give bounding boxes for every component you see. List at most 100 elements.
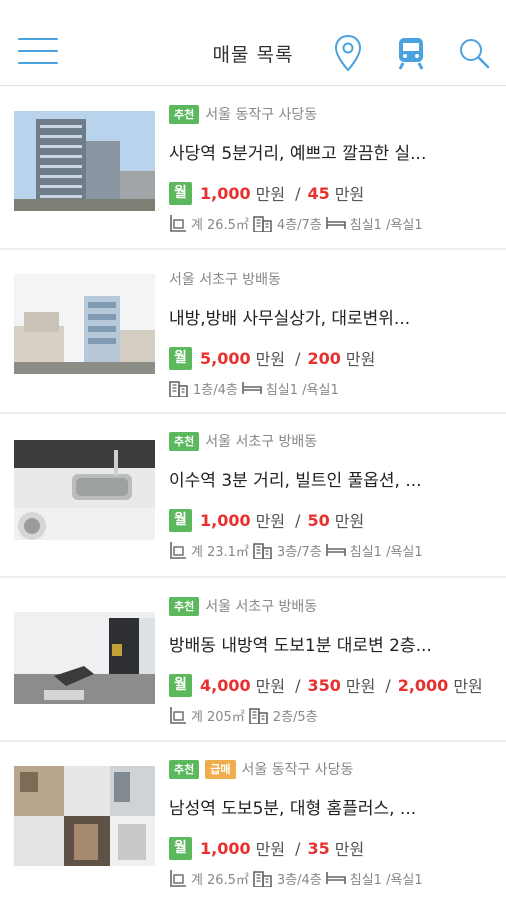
page-title: 매물 목록 [212,44,294,66]
spec-row: 1층/4층 침실1 /욕실1 [169,377,494,399]
bed-icon [325,216,346,230]
listing-title: 내방,방배 사무실상가, 대로변위... [169,309,411,328]
listing-location: 서울 서초구 방배동 [205,599,318,615]
map-pin-icon[interactable] [331,34,365,72]
listing-floor: 3층/4층 [276,872,322,888]
spec-row: 계 205㎡ 2층/5층 [169,704,494,726]
listing-rooms: 침실1 /욕실1 [349,544,423,560]
price-separator: / [385,675,391,695]
area-prefix: 계 [191,217,203,233]
listing-area: 26.5㎡ [206,872,249,888]
spec-row: 계 26.5㎡ 4층/7층 침실1 /욕실1 [169,212,494,234]
area-icon [169,706,187,724]
rent-amount: 200 [307,348,341,368]
price-row: 월 1,000 만원 / 50 만원 [169,508,494,532]
price-separator: / [295,183,301,203]
price-row: 월 5,000 만원 / 200 만원 [169,346,494,370]
price-unit: 만원 [345,350,376,369]
area-icon [169,541,187,559]
listing-photo [14,111,155,211]
recommended-badge: 추천 [169,759,200,779]
listing-photo [14,440,155,540]
price-unit: 만원 [255,677,286,696]
listing-area: 23.1㎡ [206,544,249,560]
spec-row: 계 23.1㎡ 3층/7층 침실1 /욕실1 [169,539,494,561]
price-row: 월 1,000 만원 / 35 만원 [169,836,494,860]
price-unit: 만원 [255,185,286,204]
listing-floor: 3층/7층 [276,544,322,560]
monthly-rent-badge: 월 [169,836,192,860]
price-row: 월 1,000 만원 / 45 만원 [169,181,494,205]
listing-area: 205㎡ [206,709,245,725]
listing-item[interactable]: 추천 서울 동작구 사당동 사당역 5분거리, 예쁘고 깔끔한 실... 월 1… [0,86,506,250]
recommended-badge: 추천 [169,104,200,124]
rent-amount: 50 [307,510,330,530]
deposit-amount: 1,000 [200,183,251,203]
price-separator: / [295,348,301,368]
building-icon [253,541,273,559]
rent-amount: 350 [307,675,341,695]
price-unit: 만원 [453,677,483,696]
listing-item[interactable]: 추천 급매 서울 동작구 사당동 남성역 도보5분, 대형 홈플러스, ... … [0,742,506,900]
area-prefix: 계 [191,709,203,725]
deposit-amount: 1,000 [200,510,251,530]
building-icon [253,869,273,887]
rent-amount: 45 [307,183,330,203]
listing-location: 서울 동작구 사당동 [241,762,354,778]
price-separator: / [295,510,301,530]
premium-amount: 2,000 [397,675,449,695]
bed-icon [242,381,262,395]
recommended-badge: 추천 [169,431,200,451]
area-icon [169,214,187,232]
price-unit: 만원 [255,512,286,531]
listing-location: 서울 서초구 방배동 [205,434,318,450]
listing-title: 남성역 도보5분, 대형 홈플러스, ... [169,799,417,818]
urgent-badge: 급매 [205,759,236,779]
listing-floor: 4층/7층 [276,217,322,233]
listing-title: 이수역 3분 거리, 빌트인 풀옵션, ... [169,471,422,490]
building-icon [248,706,269,724]
listing-item[interactable]: 서울 서초구 방배동 내방,방배 사무실상가, 대로변위... 월 5,000 … [0,250,506,414]
monthly-rent-badge: 월 [169,181,192,205]
listing-photo [14,604,155,704]
monthly-rent-badge: 월 [169,346,192,370]
building-icon [169,379,189,397]
deposit-amount: 1,000 [200,838,251,858]
rent-amount: 35 [307,838,330,858]
area-prefix: 계 [191,544,203,560]
bed-icon [325,543,346,557]
search-icon[interactable] [457,34,491,72]
listing-location: 서울 서초구 방배동 [169,272,281,288]
price-unit: 만원 [255,840,286,859]
price-separator: / [295,838,301,858]
monthly-rent-badge: 월 [169,673,192,697]
price-unit: 만원 [334,185,365,204]
price-unit: 만원 [345,677,376,696]
listing-title: 방배동 내방역 도보1분 대로변 2층... [169,636,432,655]
listing-area: 26.5㎡ [206,217,249,233]
listing-rooms: 침실1 /욕실1 [265,382,339,398]
recommended-badge: 추천 [169,596,200,616]
area-icon [169,869,187,887]
listing-location: 서울 동작구 사당동 [205,107,318,123]
listing-rooms: 침실1 /욕실1 [349,217,423,233]
subway-icon[interactable] [394,34,428,72]
listing-list: 추천 서울 동작구 사당동 사당역 5분거리, 예쁘고 깔끔한 실... 월 1… [0,86,506,900]
listing-item[interactable]: 추천 서울 서초구 방배동 방배동 내방역 도보1분 대로변 2층... 월 4… [0,578,506,742]
price-unit: 만원 [334,840,365,859]
price-separator: / [295,675,301,695]
deposit-amount: 4,000 [200,675,251,695]
spec-row: 계 26.5㎡ 3층/4층 침실1 /욕실1 [169,867,494,889]
price-unit: 만원 [255,350,286,369]
listing-floor: 2층/5층 [272,709,318,725]
listing-photo [14,274,155,374]
deposit-amount: 5,000 [200,348,251,368]
listing-floor: 1층/4층 [193,382,238,398]
price-row: 월 4,000 만원 / 350 만원 / 2,000 만원 [169,673,494,697]
listing-photo [14,766,155,866]
price-unit: 만원 [334,512,365,531]
building-icon [253,214,273,232]
monthly-rent-badge: 월 [169,508,192,532]
listing-title: 사당역 5분거리, 예쁘고 깔끔한 실... [169,144,427,163]
listing-item[interactable]: 추천 서울 서초구 방배동 이수역 3분 거리, 빌트인 풀옵션, ... 월 … [0,414,506,578]
